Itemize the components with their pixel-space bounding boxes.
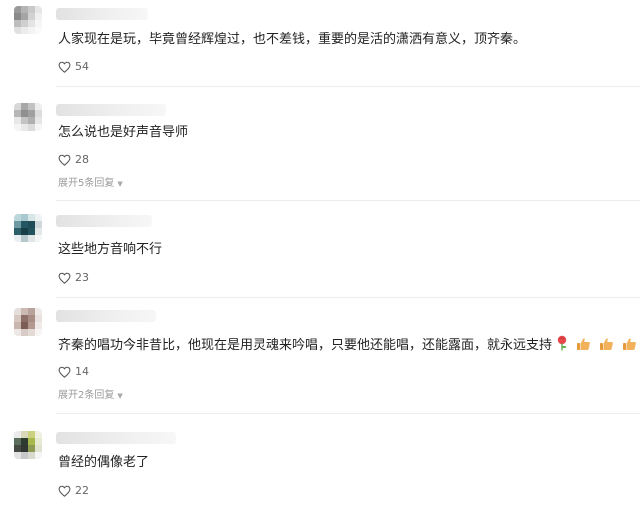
- divider: [56, 86, 640, 87]
- expand-replies-link[interactable]: 展开2条回复 ▼: [58, 389, 123, 403]
- expand-replies-link[interactable]: 展开5条回复 ▼: [58, 177, 123, 191]
- comment-text: 人家现在是玩，毕竟曾经辉煌过，也不差钱，重要的是活的潇洒有意义，顶齐秦。: [58, 32, 527, 47]
- heart-icon: [58, 272, 71, 284]
- comment-text: 怎么说也是好声音导师: [58, 125, 189, 140]
- username-blurred[interactable]: [56, 432, 176, 444]
- like-count: 23: [75, 271, 89, 284]
- username-blurred[interactable]: [56, 8, 148, 20]
- heart-icon: [58, 61, 71, 73]
- caret-down-icon: ▼: [117, 180, 123, 188]
- like-button[interactable]: 23: [58, 270, 89, 286]
- heart-icon: [58, 485, 71, 497]
- avatar[interactable]: [14, 214, 42, 242]
- expand-replies-label: 展开2条回复: [58, 390, 115, 401]
- rose-emoji-icon: [556, 335, 568, 351]
- comment-text: 这些地方音响不行: [58, 242, 163, 257]
- like-count: 54: [75, 60, 89, 73]
- like-count: 28: [75, 153, 89, 166]
- divider: [56, 413, 640, 414]
- avatar[interactable]: [14, 308, 42, 336]
- caret-down-icon: ▼: [117, 392, 123, 400]
- comment-text: 齐秦的唱功今非昔比，他现在是用灵魂来吟唱，只要他还能唱，还能露面，就永远支持: [58, 335, 637, 355]
- like-count: 22: [75, 484, 89, 497]
- like-button[interactable]: 28: [58, 152, 89, 168]
- thumbs-up-emoji-icon: [576, 337, 591, 351]
- like-button[interactable]: 22: [58, 483, 89, 499]
- like-button[interactable]: 54: [58, 59, 89, 75]
- comment-text: 曾经的偶像老了: [58, 455, 150, 470]
- avatar[interactable]: [14, 6, 42, 34]
- avatar[interactable]: [14, 431, 42, 459]
- avatar[interactable]: [14, 103, 42, 131]
- username-blurred[interactable]: [56, 310, 156, 322]
- like-count: 14: [75, 365, 89, 378]
- comment-text-body: 齐秦的唱功今非昔比，他现在是用灵魂来吟唱，只要他还能唱，还能露面，就永远支持: [58, 338, 553, 353]
- expand-replies-label: 展开5条回复: [58, 178, 115, 189]
- thumbs-up-emoji-icon: [622, 337, 637, 351]
- username-blurred[interactable]: [56, 104, 166, 116]
- divider: [56, 200, 640, 201]
- divider: [56, 297, 640, 298]
- heart-icon: [58, 366, 71, 378]
- username-blurred[interactable]: [56, 215, 152, 227]
- thumbs-up-emoji-icon: [599, 337, 614, 351]
- heart-icon: [58, 154, 71, 166]
- like-button[interactable]: 14: [58, 364, 89, 380]
